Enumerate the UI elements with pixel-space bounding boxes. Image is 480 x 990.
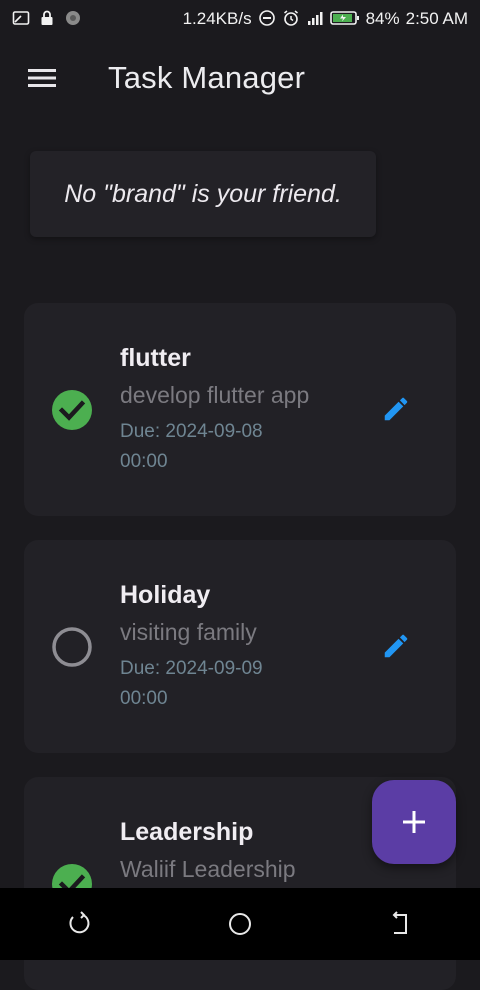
do-not-disturb-icon <box>258 10 275 26</box>
add-task-button[interactable] <box>372 780 456 864</box>
back-button[interactable] <box>56 900 104 948</box>
lock-icon <box>41 10 53 25</box>
app-bar: Task Manager <box>0 44 480 112</box>
task-body: Holiday visiting family Due: 2024-09-09 … <box>120 580 350 714</box>
battery-icon <box>329 11 359 25</box>
network-speed: 1.24KB/s <box>182 8 252 28</box>
screen-cast-icon <box>12 11 30 25</box>
system-navigation-bar <box>0 888 480 960</box>
signal-icon <box>307 12 323 25</box>
plus-icon <box>403 811 425 833</box>
back-icon <box>69 911 90 934</box>
task-title: Holiday <box>120 581 211 609</box>
task-due-date: Due: 2024-09-09 00:00 <box>120 658 263 709</box>
empty-circle-icon <box>52 627 92 667</box>
alarm-icon <box>283 10 298 26</box>
task-card[interactable]: flutter develop flutter app Due: 2024-09… <box>24 303 456 516</box>
quote-card: No "brand" is your friend. <box>30 151 376 237</box>
edit-task-button[interactable] <box>378 391 414 427</box>
task-status-toggle[interactable] <box>51 626 93 668</box>
task-body: flutter develop flutter app Due: 2024-09… <box>120 343 350 477</box>
pencil-icon <box>384 397 408 421</box>
check-circle-icon <box>52 390 92 430</box>
page-title: Task Manager <box>108 60 306 95</box>
status-bar-right: 1.24KB/s 84% 2:50 AM <box>183 9 468 27</box>
task-body: Leadership Waliif Leadership <box>120 817 350 883</box>
task-description: visiting family <box>120 619 257 645</box>
hamburger-menu-icon <box>28 69 56 87</box>
quote-text: No "brand" is your friend. <box>64 179 342 208</box>
clock: 2:50 AM <box>405 8 468 28</box>
status-bar: 1.24KB/s 84% 2:50 AM <box>0 0 480 36</box>
task-status-toggle[interactable] <box>51 389 93 431</box>
menu-button[interactable] <box>20 56 64 100</box>
task-description: develop flutter app <box>120 382 310 408</box>
home-button[interactable] <box>216 900 264 948</box>
recents-icon <box>392 911 407 934</box>
task-title: flutter <box>120 344 191 372</box>
app-notification-icon <box>66 11 80 25</box>
task-description: Waliif Leadership <box>120 856 296 882</box>
home-icon <box>229 913 251 935</box>
status-bar-left <box>12 9 82 27</box>
battery-percent: 84% <box>365 8 400 28</box>
task-title: Leadership <box>120 818 254 846</box>
edit-task-button[interactable] <box>378 628 414 664</box>
recents-button[interactable] <box>376 900 424 948</box>
pencil-icon <box>384 634 408 658</box>
task-due-date: Due: 2024-09-08 00:00 <box>120 421 263 472</box>
task-card[interactable]: Holiday visiting family Due: 2024-09-09 … <box>24 540 456 753</box>
